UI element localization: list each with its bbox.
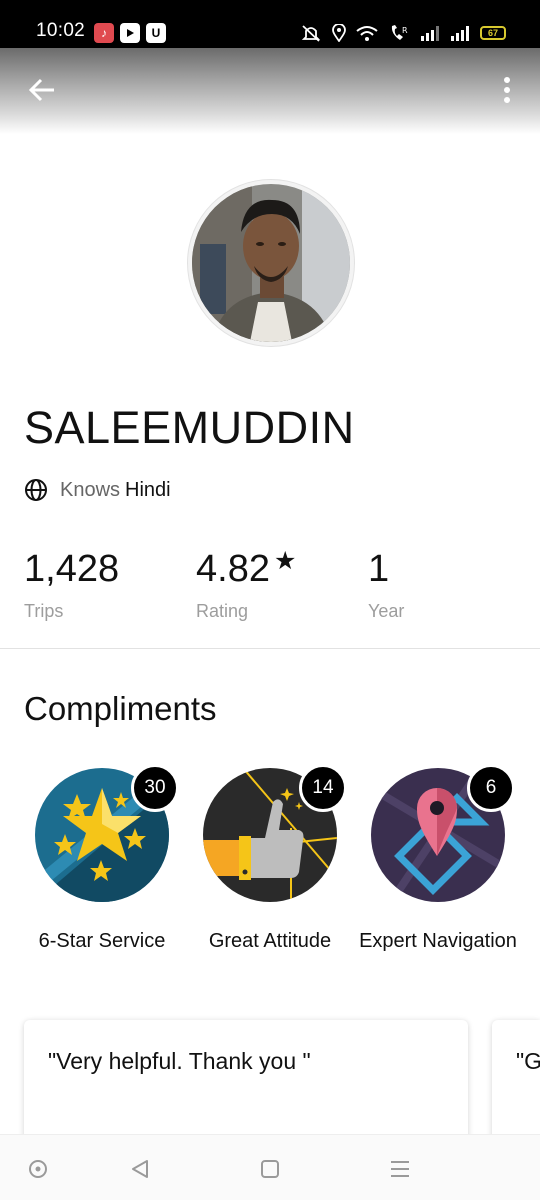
compliment-label: Great Attitude xyxy=(208,930,332,952)
star-icon: ★ xyxy=(273,547,297,575)
compliment-expert-navigation[interactable]: 6 Expert Navigation xyxy=(353,764,523,956)
header-gradient xyxy=(0,48,540,134)
compliment-great-attitude[interactable]: 14 Great Attitude xyxy=(185,764,355,956)
home-circle-button[interactable] xyxy=(24,1155,52,1183)
recents-button[interactable] xyxy=(256,1155,284,1183)
youtube-app-icon xyxy=(120,23,140,43)
menu-lines-icon xyxy=(391,1161,409,1177)
compliment-label: Expert Navigation xyxy=(359,930,517,952)
stat-label: Trips xyxy=(24,601,64,621)
back-arrow-icon xyxy=(28,78,54,102)
rating-value: 4.82 xyxy=(196,548,270,590)
review-text: "G xyxy=(516,1048,540,1074)
driver-name: SALEEMUDDIN xyxy=(24,402,355,453)
status-bar: 10:02 ♪ U R 67 xyxy=(0,0,540,48)
compliment-count: 6 xyxy=(467,764,515,812)
stat-label: Year xyxy=(368,601,405,621)
status-time: 10:02 xyxy=(36,20,86,41)
divider xyxy=(0,648,540,649)
uber-app-icon: U xyxy=(146,23,166,43)
stat-trips: 1,428 Trips xyxy=(24,548,119,622)
location-icon xyxy=(332,24,346,42)
stat-value: 1 xyxy=(368,548,390,590)
back-nav-button[interactable] xyxy=(126,1155,154,1183)
battery-indicator: 67 xyxy=(480,26,506,40)
compliment-count: 14 xyxy=(299,764,347,812)
compliment-count: 30 xyxy=(131,764,179,812)
recents-square-icon xyxy=(261,1160,279,1178)
avatar xyxy=(188,180,354,346)
compliment-badge: 14 xyxy=(203,764,347,902)
menu-button[interactable] xyxy=(386,1155,414,1183)
mute-icon xyxy=(301,25,321,42)
back-button[interactable] xyxy=(22,70,62,110)
music-app-icon: ♪ xyxy=(94,23,114,43)
driver-photo xyxy=(192,184,350,342)
compliment-badge: 6 xyxy=(371,764,515,902)
stat-value: 4.82 ★ xyxy=(196,547,297,591)
svg-text:R: R xyxy=(402,26,408,35)
home-circle-icon xyxy=(29,1160,47,1178)
more-options-button[interactable] xyxy=(492,70,522,110)
language-prefix: Knows xyxy=(60,478,121,501)
signal-icon xyxy=(451,26,469,41)
system-nav-bar xyxy=(0,1134,540,1200)
language-row: Knows Hindi xyxy=(24,476,171,504)
more-vertical-icon xyxy=(504,77,510,103)
compliment-label: 6-Star Service xyxy=(38,930,166,952)
stat-label: Rating xyxy=(196,601,249,621)
globe-icon xyxy=(25,479,47,501)
stat-value: 1,428 xyxy=(24,548,120,590)
language-value: Hindi xyxy=(125,478,171,501)
wifi-icon xyxy=(356,26,378,41)
stat-rating: 4.82 ★ Rating xyxy=(196,547,297,622)
volte-icon: R xyxy=(391,25,408,40)
back-triangle-icon xyxy=(132,1160,148,1178)
compliment-six-star-service[interactable]: 30 6-Star Service xyxy=(17,764,187,956)
status-system-icons: R 67 xyxy=(300,21,506,45)
compliments-title: Compliments xyxy=(24,690,217,727)
review-text: "Very helpful. Thank you " xyxy=(48,1048,311,1074)
compliment-badge: 30 xyxy=(35,764,179,902)
stat-years: 1 Year xyxy=(368,548,404,622)
signal-icon xyxy=(421,26,439,41)
